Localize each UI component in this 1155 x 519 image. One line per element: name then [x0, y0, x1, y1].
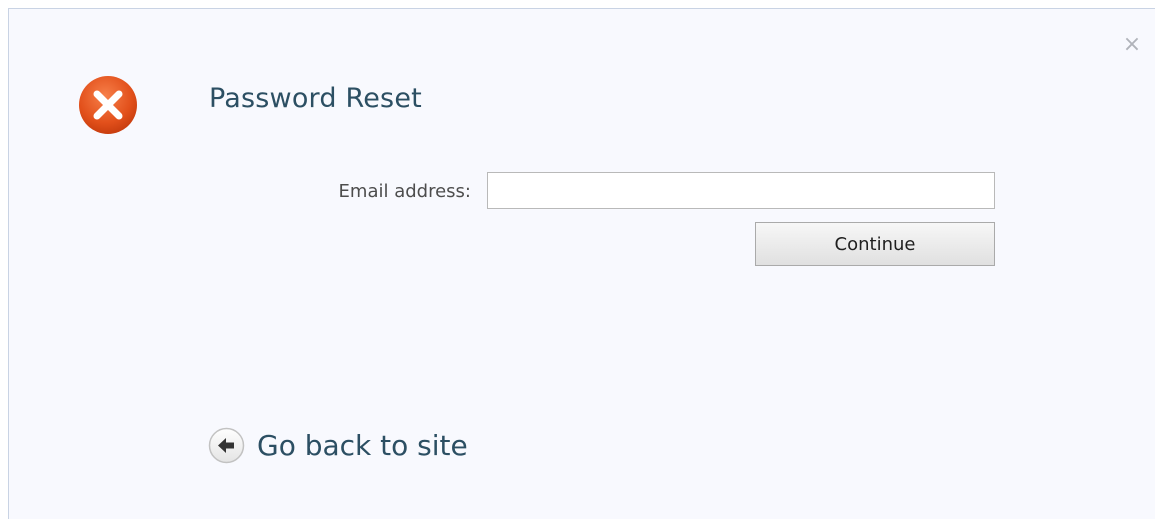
error-icon — [79, 76, 137, 134]
email-label: Email address: — [338, 181, 471, 202]
continue-button[interactable]: Continue — [755, 222, 995, 266]
page-title: Password Reset — [209, 83, 422, 114]
password-reset-dialog: × Password Reset Email address: Continue — [8, 8, 1155, 519]
email-field[interactable] — [487, 172, 995, 209]
close-icon[interactable]: × — [1122, 34, 1142, 56]
go-back-link[interactable]: Go back to site — [208, 427, 468, 464]
arrow-left-icon — [208, 427, 245, 464]
go-back-label: Go back to site — [257, 429, 468, 462]
